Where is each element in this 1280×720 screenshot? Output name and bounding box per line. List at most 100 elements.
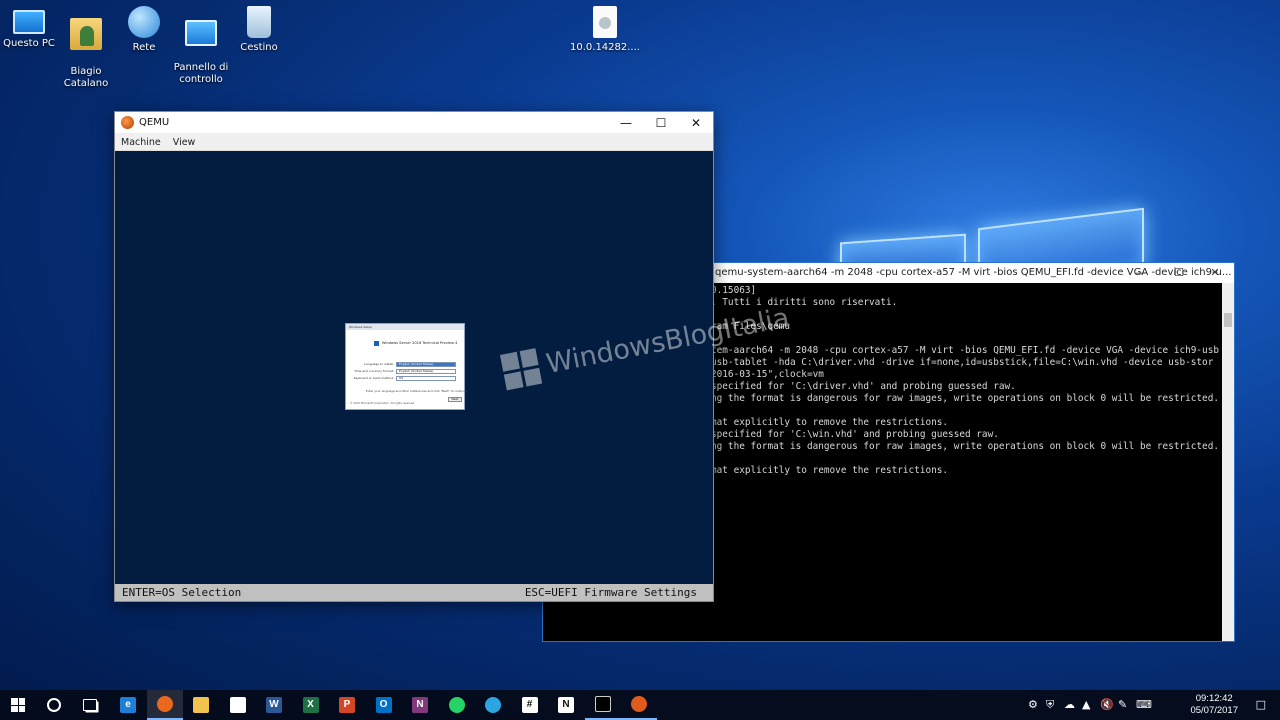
action-center-icon[interactable]: □: [1256, 698, 1266, 711]
field-label: Time and currency format:: [354, 369, 394, 373]
qemu-title: QEMU: [139, 117, 170, 128]
excel-icon: X: [302, 697, 319, 713]
recycle-bin-icon: [247, 6, 271, 38]
next-button[interactable]: Next: [448, 397, 462, 402]
firefox-icon: [156, 696, 173, 712]
start-button[interactable]: [0, 690, 36, 720]
console-line: tem-aarch64 -m 2048 -cpu cortex-a57 -M v…: [711, 345, 1219, 356]
notion-icon: N: [558, 697, 574, 713]
volume-muted-icon[interactable]: 🔇: [1100, 698, 1114, 711]
ink-workspace-icon[interactable]: ✎: [1118, 698, 1127, 711]
language-select[interactable]: English (United States): [396, 362, 456, 367]
clock-date: 05/07/2017: [1190, 705, 1238, 716]
settings-tray-icon[interactable]: ⚙: [1028, 698, 1038, 711]
console-line: . Tutti i diritti sono riservati.: [711, 297, 898, 308]
setup-titlebar: Windows Setup: [346, 324, 464, 330]
taskbar-app-word[interactable]: W: [256, 690, 292, 720]
windows-start-icon: [11, 698, 25, 712]
taskbar-app-onenote[interactable]: N: [402, 690, 438, 720]
qemu-titlebar[interactable]: QEMU — ☐ ✕: [115, 112, 713, 133]
cloud-tray-icon[interactable]: ☁: [1064, 698, 1075, 711]
user-folder-icon: [70, 18, 102, 50]
setup-keyboard-row: Keyboard or input method: US: [352, 376, 458, 381]
disc-image-file-icon: [593, 6, 617, 38]
console-line: 2016-03-15",clock=vm: [711, 369, 824, 380]
desktop-icon-label: Cestino: [240, 42, 278, 53]
menu-view[interactable]: View: [167, 133, 202, 148]
shield-tray-icon[interactable]: ⛨: [1046, 698, 1054, 712]
console-line: mat explicitly to remove the restriction…: [711, 417, 949, 428]
qemu-boot-statusbar: ENTER=OS Selection ESC=UEFI Firmware Set…: [115, 584, 713, 601]
close-button[interactable]: ✕: [679, 113, 713, 133]
qemu-app-icon: [121, 116, 134, 129]
console-line: ng the format is dangerous for raw image…: [711, 441, 1219, 452]
taskbar-app-outlook[interactable]: O: [366, 690, 402, 720]
menu-machine[interactable]: Machine: [115, 133, 167, 148]
setup-hint: Enter your language and other preference…: [366, 389, 468, 393]
slack-icon: #: [521, 697, 538, 713]
taskbar: e W X P O N # N ⚙ ⛨ ☁ ▲ 🔇 ✎ ⌨ 09:12:42 05/07/20…: [0, 690, 1280, 720]
windows-setup-dialog: Windows Setup Windows Server 2016 Techni…: [345, 323, 468, 410]
edge-icon: e: [120, 697, 136, 713]
desktop-icon-cestino[interactable]: Cestino: [224, 2, 294, 54]
desktop-icon-label: Biagio Catalano: [63, 66, 109, 89]
keyboard-icon[interactable]: ⌨: [1136, 698, 1152, 711]
network-icon: [128, 6, 160, 38]
command-prompt-icon: [594, 696, 611, 712]
field-label: Language to install:: [364, 362, 394, 366]
control-panel-icon: [185, 20, 217, 46]
vertical-scrollbar[interactable]: [1222, 283, 1234, 641]
taskbar-app-store[interactable]: [220, 690, 256, 720]
whatsapp-icon: [448, 697, 465, 713]
taskbar-app-command-prompt[interactable]: [584, 690, 621, 720]
console-line: ng the format is dangerous for raw image…: [711, 393, 1219, 404]
maximize-button[interactable]: ☐: [1164, 264, 1194, 282]
desktop-icon-label: 10.0.14282....: [570, 42, 640, 53]
watermark-logo-icon: [500, 348, 543, 391]
maximize-button[interactable]: ☐: [644, 113, 678, 133]
task-view-icon: [83, 699, 97, 711]
taskbar-app-telegram[interactable]: [475, 690, 511, 720]
console-line: mat explicitly to remove the restriction…: [711, 465, 949, 476]
powerpoint-icon: P: [339, 697, 355, 713]
close-button[interactable]: ✕: [1200, 264, 1230, 282]
taskbar-app-excel[interactable]: X: [293, 690, 329, 720]
taskbar-app-whatsapp[interactable]: [439, 690, 475, 720]
taskbar-app-notion[interactable]: N: [548, 690, 584, 720]
qemu-icon: [631, 696, 647, 712]
taskbar-app-qemu[interactable]: [621, 690, 657, 720]
cortana-button[interactable]: [36, 690, 72, 720]
taskbar-app-edge[interactable]: e: [110, 690, 146, 720]
console-line: usb-tablet -hda C:\driver.vhd -drive if=…: [711, 357, 1214, 368]
taskbar-app-powerpoint[interactable]: P: [329, 690, 365, 720]
task-view-button[interactable]: [72, 690, 108, 720]
onenote-icon: N: [412, 697, 428, 713]
keyboard-select[interactable]: US: [396, 376, 456, 381]
scrollbar-thumb[interactable]: [1224, 313, 1232, 327]
field-label: Keyboard or input method:: [353, 376, 394, 380]
clock-time: 09:12:42: [1195, 693, 1233, 704]
time-format-select[interactable]: English (United States): [396, 369, 456, 374]
file-explorer-icon: [193, 697, 209, 713]
telegram-icon: [485, 697, 501, 713]
network-tray-icon[interactable]: ▲: [1082, 698, 1090, 711]
setup-copyright: © 2015 Microsoft Corporation. All rights…: [350, 402, 415, 405]
desktop-icon-label: Pannello di controllo: [173, 62, 229, 85]
taskbar-app-slack[interactable]: #: [512, 690, 548, 720]
clock[interactable]: 09:12:42 05/07/2017: [1190, 693, 1238, 717]
console-line: specified for 'C:\win.vhd' and probing g…: [711, 429, 999, 440]
desktop-icon-iso-file[interactable]: 10.0.14282....: [570, 2, 640, 54]
computer-icon: [13, 10, 45, 34]
windows-logo-icon: [374, 341, 379, 346]
status-left: ENTER=OS Selection: [122, 586, 242, 599]
minimize-button[interactable]: —: [1126, 264, 1156, 282]
taskbar-app-firefox[interactable]: [146, 690, 183, 720]
qemu-menubar: Machine View: [115, 133, 713, 151]
outlook-icon: O: [375, 697, 392, 713]
minimize-button[interactable]: —: [609, 113, 643, 133]
system-tray: ⚙ ⛨ ☁ ▲ 🔇 ✎ ⌨ 09:12:42 05/07/2017 □: [1020, 690, 1280, 720]
taskbar-app-file-explorer[interactable]: [183, 690, 219, 720]
setup-time-format-row: Time and currency format: English (Unite…: [352, 369, 458, 374]
